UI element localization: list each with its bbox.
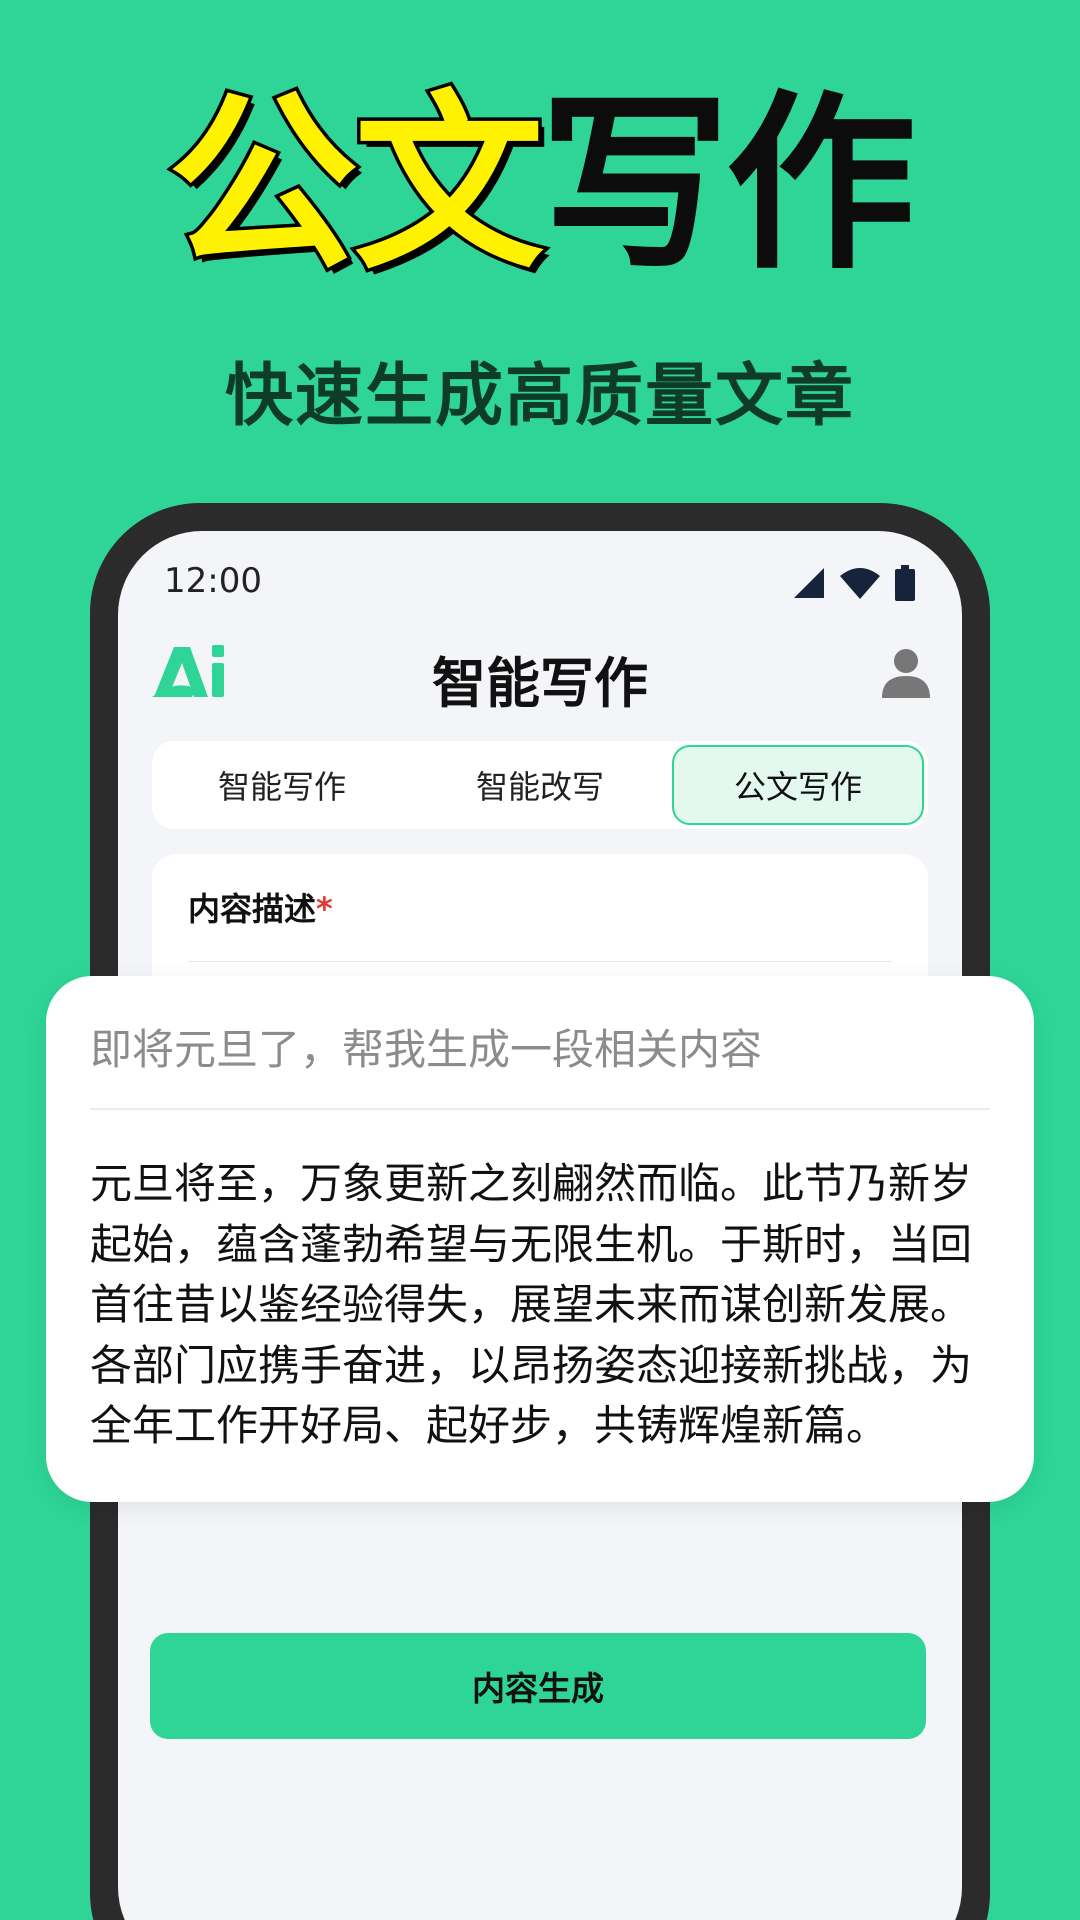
hero-title-highlight: 公文 bbox=[164, 74, 547, 295]
signal-icon bbox=[794, 568, 824, 598]
status-icons bbox=[792, 565, 916, 601]
user-icon[interactable] bbox=[880, 646, 932, 698]
content-description-label: 内容描述* bbox=[188, 884, 333, 930]
generated-text-line: 首往昔以鉴经验得失，展望未来而谋创新发展。 bbox=[90, 1280, 973, 1329]
hero-title: 公文写作 bbox=[0, 86, 1080, 283]
app-title: 智能写作 bbox=[432, 652, 648, 715]
battery-icon bbox=[895, 565, 915, 601]
generate-content-button[interactable]: 内容生成 bbox=[150, 1633, 926, 1739]
hero-subtitle: 快速生成高质量文章 bbox=[224, 357, 855, 436]
tab-smart-rewrite[interactable]: 智能改写 bbox=[414, 745, 666, 825]
promo-page: 公文写作 快速生成高质量文章 12:00 智能写作 智能写作 智能改写 公文写作… bbox=[0, 0, 1080, 1920]
generated-text-line: 各部门应携手奋进，以昂扬姿态迎接新挑战，为 bbox=[90, 1340, 973, 1390]
status-time: 12:00 bbox=[164, 561, 262, 601]
generated-text-line: 全年工作开好局、起好步，共铸辉煌新篇。 bbox=[90, 1401, 889, 1450]
prompt-text[interactable]: 即将元旦了，帮我生成一段相关内容 bbox=[90, 1016, 762, 1077]
tab-bar: 智能写作 智能改写 公文写作 bbox=[152, 741, 928, 829]
tab-official-writing[interactable]: 公文写作 bbox=[672, 745, 924, 825]
form-divider bbox=[188, 961, 892, 962]
generated-text-line: 元旦将至，万象更新之刻翩然而临。此节乃新岁 bbox=[90, 1159, 973, 1208]
popup-divider bbox=[90, 1108, 990, 1110]
hero-title-rest: 写作 bbox=[540, 74, 916, 295]
tab-smart-writing[interactable]: 智能写作 bbox=[156, 745, 408, 825]
content-description-text: 内容描述 bbox=[188, 890, 317, 928]
generated-text: 元旦将至，万象更新之刻翩然而临。此节乃新岁 起始，蕴含蓬勃希望与无限生机。于斯时… bbox=[90, 1154, 1000, 1457]
wifi-icon bbox=[840, 568, 880, 599]
generated-content-card: 即将元旦了，帮我生成一段相关内容 元旦将至，万象更新之刻翩然而临。此节乃新岁 起… bbox=[46, 976, 1034, 1502]
generated-text-line: 起始，蕴含蓬勃希望与无限生机。于斯时，当回 bbox=[90, 1219, 973, 1269]
required-mark: * bbox=[316, 890, 333, 928]
